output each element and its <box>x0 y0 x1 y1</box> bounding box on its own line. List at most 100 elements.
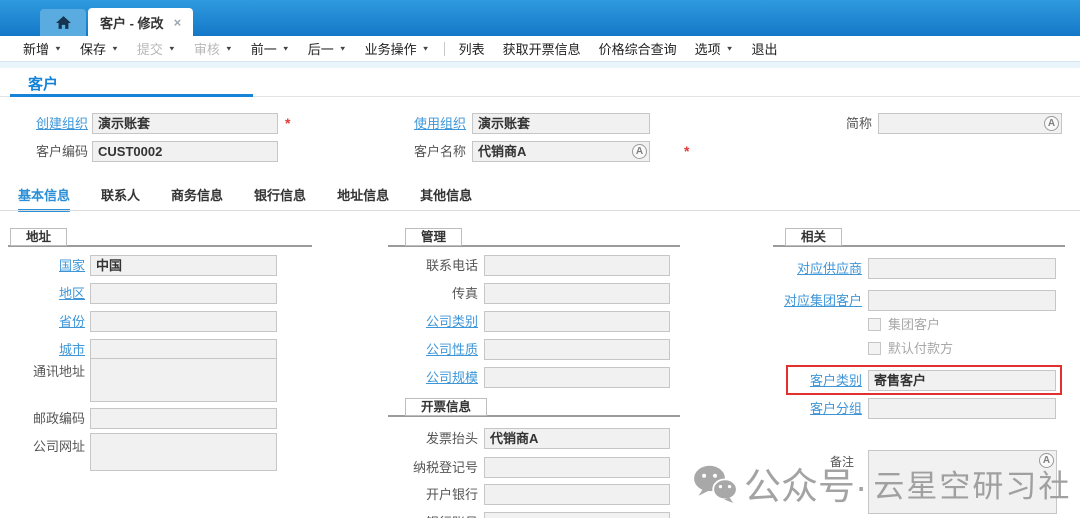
company-category-label[interactable]: 公司类别 <box>380 311 478 332</box>
group-customer-link-label[interactable]: 对应集团客户 <box>758 290 862 311</box>
toolbar-separator <box>444 42 445 56</box>
exit-button[interactable]: 退出 <box>743 39 787 58</box>
customer-group-field[interactable] <box>868 398 1056 419</box>
company-scale-field[interactable] <box>484 367 670 388</box>
chevron-down-icon: ▼ <box>168 45 176 52</box>
province-field[interactable] <box>90 311 277 332</box>
required-marker: * <box>684 143 689 159</box>
chevron-down-icon: ▼ <box>225 45 233 52</box>
postal-code-field[interactable] <box>90 408 277 429</box>
region-field[interactable] <box>90 283 277 304</box>
invoice-title-field[interactable]: 代销商A <box>484 428 670 449</box>
detail-tabs: 基本信息 联系人 商务信息 银行信息 地址信息 其他信息 <box>18 185 472 212</box>
close-icon[interactable]: × <box>174 16 182 29</box>
related-supplier-label[interactable]: 对应供应商 <box>758 258 862 279</box>
chevron-down-icon[interactable]: ▼ <box>422 45 430 52</box>
toolbar: 新增▼ 保存▼ 提交▼ 审核▼ 前一▼ 后一▼ 业务操作▼ 列表 获取开票信息 … <box>0 36 1080 62</box>
form-content: 客户 创建组织 演示账套 * 使用组织 演示账套 简称 A 客户编码 CUST0… <box>0 68 1080 518</box>
customer-name-field[interactable]: 代销商AA <box>472 141 650 162</box>
default-payer-checkbox[interactable] <box>868 342 881 355</box>
list-button[interactable]: 列表 <box>450 39 494 58</box>
region-label[interactable]: 地区 <box>10 283 85 304</box>
use-org-field[interactable]: 演示账套 <box>472 113 650 134</box>
country-field[interactable]: 中国 <box>90 255 277 276</box>
short-name-field[interactable]: A <box>878 113 1062 134</box>
app-window: 客户 - 修改 × 新增▼ 保存▼ 提交▼ 审核▼ 前一▼ 后一▼ 业务操作▼ … <box>0 0 1080 519</box>
previous-button[interactable]: 前一▼ <box>242 39 299 58</box>
remark-label: 备注 <box>758 452 854 473</box>
lang-icon[interactable]: A <box>632 144 647 159</box>
company-category-field[interactable] <box>484 311 670 332</box>
customer-name-label: 客户名称 <box>386 141 466 162</box>
fax-field[interactable] <box>484 283 670 304</box>
customer-type-label[interactable]: 客户类别 <box>758 370 862 391</box>
get-invoice-info-button[interactable]: 获取开票信息 <box>494 39 590 58</box>
tax-reg-no-field[interactable] <box>484 457 670 478</box>
lang-icon[interactable]: A <box>1044 116 1059 131</box>
group-customer-checkbox[interactable] <box>868 318 881 331</box>
postal-code-label: 邮政编码 <box>10 408 85 429</box>
remark-field[interactable]: A <box>868 450 1057 514</box>
tab-business-info[interactable]: 商务信息 <box>171 185 223 212</box>
phone-label: 联系电话 <box>380 255 478 276</box>
fax-label: 传真 <box>380 283 478 304</box>
tax-reg-no-label: 纳税登记号 <box>380 457 478 478</box>
city-field[interactable] <box>90 339 277 360</box>
save-button[interactable]: 保存▼ <box>71 39 128 58</box>
company-nature-field[interactable] <box>484 339 670 360</box>
province-label[interactable]: 省份 <box>10 311 85 332</box>
tab-contacts[interactable]: 联系人 <box>101 185 140 212</box>
customer-code-label: 客户编码 <box>10 141 88 162</box>
chevron-down-icon[interactable]: ▼ <box>726 45 734 52</box>
tab-address-info[interactable]: 地址信息 <box>337 185 389 212</box>
company-website-field[interactable] <box>90 433 277 471</box>
management-section-title: 管理 <box>405 228 462 246</box>
mailing-address-field[interactable] <box>90 358 277 402</box>
tab-other-info[interactable]: 其他信息 <box>420 185 472 212</box>
chevron-down-icon[interactable]: ▼ <box>282 45 290 52</box>
document-tab[interactable]: 客户 - 修改 × <box>88 8 193 36</box>
related-supplier-field[interactable] <box>868 258 1056 279</box>
create-org-field[interactable]: 演示账套 <box>92 113 278 134</box>
create-org-label[interactable]: 创建组织 <box>10 113 88 134</box>
page-title: 客户 <box>28 73 58 94</box>
new-button[interactable]: 新增▼ <box>14 39 71 58</box>
next-button[interactable]: 后一▼ <box>299 39 356 58</box>
wechat-icon <box>692 463 738 503</box>
options-button[interactable]: 选项▼ <box>686 39 743 58</box>
tab-bank-info[interactable]: 银行信息 <box>254 185 306 212</box>
price-query-button[interactable]: 价格综合查询 <box>590 39 686 58</box>
city-label[interactable]: 城市 <box>10 339 85 360</box>
required-marker: * <box>285 115 290 131</box>
country-label[interactable]: 国家 <box>10 255 85 276</box>
audit-button: 审核▼ <box>185 39 242 58</box>
phone-field[interactable] <box>484 255 670 276</box>
address-section-title: 地址 <box>10 228 67 246</box>
group-customer-field[interactable] <box>868 290 1056 311</box>
chevron-down-icon[interactable]: ▼ <box>54 45 62 52</box>
document-tab-title: 客户 - 修改 <box>100 13 164 32</box>
customer-code-field[interactable]: CUST0002 <box>92 141 278 162</box>
related-section-title: 相关 <box>785 228 842 246</box>
title-underline <box>10 94 253 97</box>
customer-type-field[interactable]: 寄售客户 <box>868 370 1056 391</box>
tabs-divider <box>0 210 1080 211</box>
lang-icon[interactable]: A <box>1039 453 1054 468</box>
default-payer-checkbox-label: 默认付款方 <box>888 341 953 356</box>
short-name-label: 简称 <box>802 113 872 134</box>
company-website-label: 公司网址 <box>10 436 85 457</box>
submit-button: 提交▼ <box>128 39 185 58</box>
company-nature-label[interactable]: 公司性质 <box>380 339 478 360</box>
customer-group-label[interactable]: 客户分组 <box>758 398 862 419</box>
use-org-label[interactable]: 使用组织 <box>386 113 466 134</box>
bank-name-field[interactable] <box>484 484 670 505</box>
chevron-down-icon[interactable]: ▼ <box>111 45 119 52</box>
home-tab[interactable] <box>40 9 86 36</box>
tab-basic-info[interactable]: 基本信息 <box>18 185 70 212</box>
company-scale-label[interactable]: 公司规模 <box>380 367 478 388</box>
chevron-down-icon[interactable]: ▼ <box>339 45 347 52</box>
business-ops-button[interactable]: 业务操作▼ <box>356 39 439 58</box>
bank-account-field[interactable] <box>484 512 670 518</box>
mailing-address-label: 通讯地址 <box>10 361 85 382</box>
invoice-section-title: 开票信息 <box>405 398 487 416</box>
